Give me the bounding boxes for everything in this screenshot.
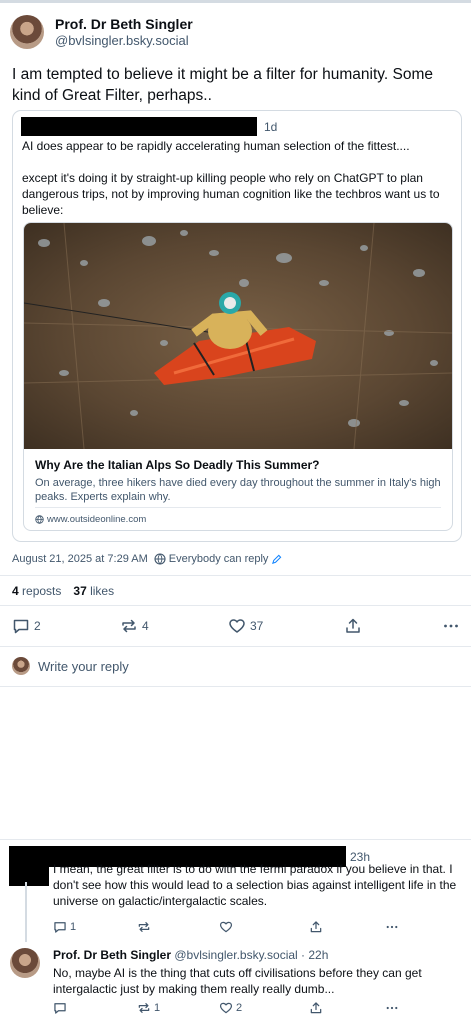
reply-icon bbox=[12, 617, 30, 635]
quote-text-line-1: AI does appear to be rapidly acceleratin… bbox=[22, 139, 410, 153]
globe-icon bbox=[35, 515, 44, 524]
repost-icon bbox=[137, 920, 151, 934]
comment-author-name[interactable]: Prof. Dr Beth Singler bbox=[53, 948, 171, 962]
post-text: I am tempted to believe it might be a fi… bbox=[12, 66, 433, 104]
comment-header: Prof. Dr Beth Singler @bvlsingler.bsky.s… bbox=[53, 948, 328, 962]
reply-count: 2 bbox=[34, 619, 41, 633]
share-button[interactable] bbox=[309, 1001, 323, 1015]
more-icon bbox=[385, 920, 399, 934]
avatar[interactable] bbox=[10, 948, 40, 978]
reply-count: 1 bbox=[70, 921, 77, 933]
comment-actions: 1 2 bbox=[53, 1001, 463, 1017]
reply-button[interactable]: 2 bbox=[12, 617, 41, 635]
quote-text: AI does appear to be rapidly acceleratin… bbox=[22, 138, 454, 218]
write-reply-prompt[interactable]: Write your reply bbox=[12, 657, 129, 675]
share-button[interactable] bbox=[344, 617, 362, 635]
like-count: 2 bbox=[236, 1002, 243, 1014]
share-icon bbox=[344, 617, 362, 635]
author-name[interactable]: Prof. Dr Beth Singler bbox=[55, 16, 193, 33]
avatar[interactable] bbox=[10, 15, 44, 49]
post-stats: 4 reposts 37 likes bbox=[12, 584, 114, 598]
more-button[interactable] bbox=[442, 617, 460, 635]
likes-label: likes bbox=[90, 584, 115, 598]
repost-count: 1 bbox=[154, 1002, 161, 1014]
comment-actions: 1 bbox=[53, 920, 463, 936]
post-meta: August 21, 2025 at 7:29 AM Everybody can… bbox=[12, 553, 282, 565]
reply-icon bbox=[53, 1001, 67, 1015]
repost-button[interactable] bbox=[137, 920, 151, 934]
avatar bbox=[12, 657, 30, 675]
likes-count: 37 bbox=[73, 584, 87, 598]
card-divider bbox=[35, 507, 441, 508]
write-reply-label: Write your reply bbox=[38, 658, 129, 674]
share-icon bbox=[309, 1001, 323, 1015]
card-title[interactable]: Why Are the Italian Alps So Deadly This … bbox=[35, 458, 320, 472]
divider bbox=[0, 575, 471, 576]
quote-time: 1d bbox=[264, 120, 278, 134]
card-url[interactable]: www.outsideonline.com bbox=[35, 514, 146, 525]
likes-stat[interactable]: 37 likes bbox=[73, 584, 114, 598]
post-author[interactable]: Prof. Dr Beth Singler @bvlsingler.bsky.s… bbox=[10, 15, 193, 49]
comment[interactable]: 23h I mean, the great filter is to do wi… bbox=[0, 840, 471, 942]
comment-text: No, maybe AI is the thing that cuts off … bbox=[53, 966, 422, 996]
author-handle[interactable]: @bvlsingler.bsky.social bbox=[55, 33, 193, 49]
reposts-label: reposts bbox=[22, 584, 62, 598]
reply-setting-label: Everybody can reply bbox=[168, 553, 269, 565]
like-count: 37 bbox=[250, 619, 264, 633]
reposts-stat[interactable]: 4 reposts bbox=[12, 584, 61, 598]
card-image bbox=[24, 223, 452, 449]
like-icon bbox=[219, 1001, 233, 1015]
like-icon bbox=[219, 920, 233, 934]
top-border bbox=[0, 0, 471, 3]
reply-setting[interactable]: Everybody can reply bbox=[154, 553, 283, 565]
repost-count: 4 bbox=[142, 619, 149, 633]
link-card[interactable]: Why Are the Italian Alps So Deadly This … bbox=[23, 222, 453, 531]
thread-line bbox=[25, 882, 27, 942]
comment[interactable]: Prof. Dr Beth Singler @bvlsingler.bsky.s… bbox=[0, 945, 471, 1022]
post-timestamp[interactable]: August 21, 2025 at 7:29 AM bbox=[12, 553, 148, 565]
reply-icon bbox=[53, 920, 67, 934]
redacted-author bbox=[21, 117, 257, 136]
comment-text: I mean, the great filter is to do with t… bbox=[53, 862, 457, 908]
reply-button[interactable] bbox=[53, 1001, 67, 1015]
redacted-avatar bbox=[9, 865, 49, 886]
divider bbox=[0, 605, 471, 606]
divider bbox=[0, 646, 471, 647]
post-actions: 2 4 37 bbox=[12, 617, 462, 637]
share-icon bbox=[309, 920, 323, 934]
card-url-text: www.outsideonline.com bbox=[47, 514, 147, 525]
comment-author-handle[interactable]: @bvlsingler.bsky.social · 22h bbox=[174, 948, 328, 962]
like-button[interactable]: 2 bbox=[219, 1001, 242, 1015]
quote-text-line-2: except it's doing it by straight-up kill… bbox=[22, 171, 440, 217]
reply-button[interactable]: 1 bbox=[53, 920, 76, 934]
edit-icon[interactable] bbox=[271, 554, 282, 565]
more-icon bbox=[385, 1001, 399, 1015]
reposts-count: 4 bbox=[12, 584, 19, 598]
card-description: On average, three hikers have died every… bbox=[35, 477, 441, 503]
like-icon bbox=[228, 617, 246, 635]
more-button[interactable] bbox=[385, 920, 399, 934]
repost-icon bbox=[120, 617, 138, 635]
repost-button[interactable]: 4 bbox=[120, 617, 149, 635]
divider bbox=[0, 686, 471, 687]
quoted-post[interactable]: 1d AI does appear to be rapidly accelera… bbox=[12, 110, 462, 542]
everybody-icon bbox=[154, 553, 166, 565]
like-button[interactable] bbox=[219, 920, 233, 934]
more-button[interactable] bbox=[385, 1001, 399, 1015]
more-icon bbox=[442, 617, 460, 635]
like-button[interactable]: 37 bbox=[228, 617, 263, 635]
share-button[interactable] bbox=[309, 920, 323, 934]
repost-icon bbox=[137, 1001, 151, 1015]
repost-button[interactable]: 1 bbox=[137, 1001, 160, 1015]
